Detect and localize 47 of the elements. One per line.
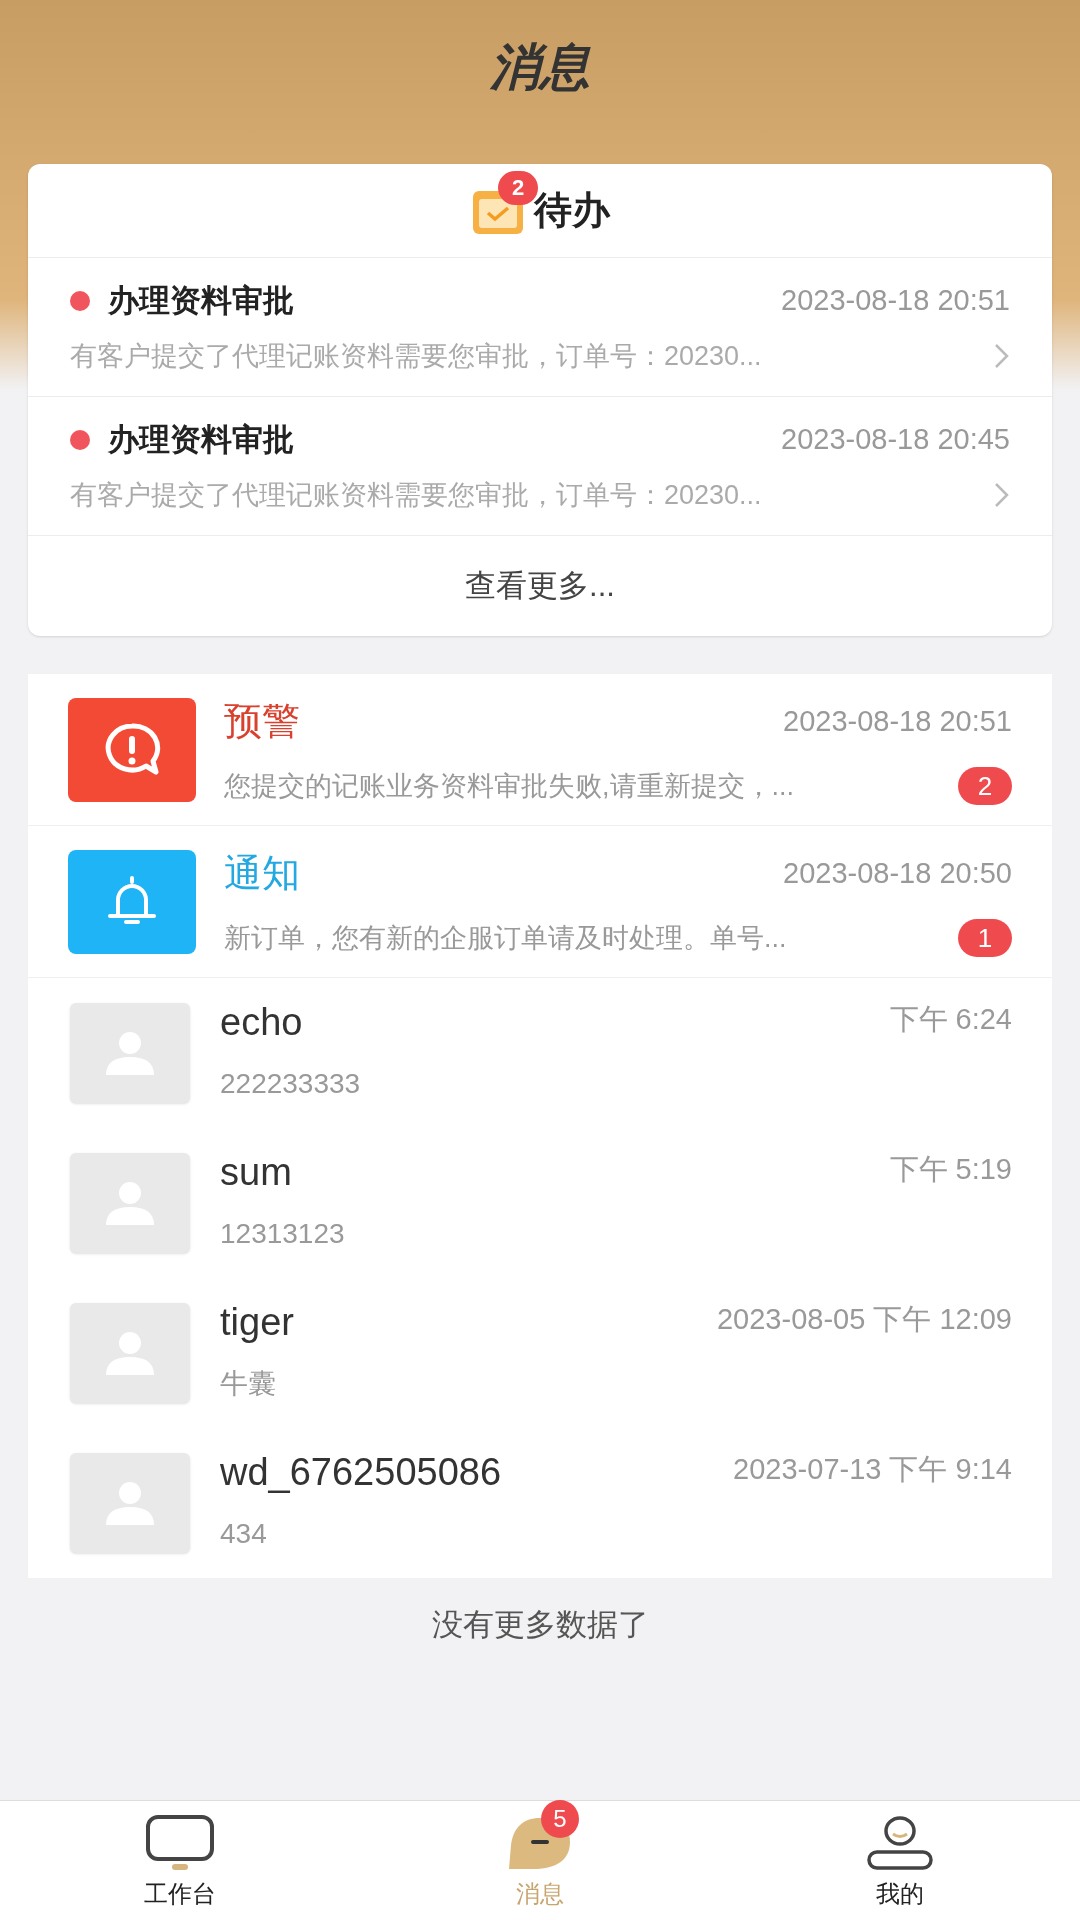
channel-name: 通知 [224, 850, 300, 896]
chevron-right-icon [994, 482, 1010, 509]
view-more-button[interactable]: 查看更多... [28, 536, 1052, 636]
todo-item-summary: 有客户提交了代理记账资料需要您审批，订单号：20230... [70, 479, 762, 512]
chat-row[interactable]: sum 下午 5:19 12313123 [28, 1128, 1052, 1278]
chat-name: echo [220, 999, 303, 1045]
todo-item-title: 办理资料审批 [108, 420, 294, 459]
chat-message: 222233333 [220, 1066, 362, 1101]
todo-item[interactable]: 办理资料审批 2023-08-18 20:51 有客户提交了代理记账资料需要您审批，订单号：20230... [28, 258, 1052, 397]
todo-item-title: 办理资料审批 [108, 281, 294, 320]
count-badge: 5 [541, 1799, 579, 1838]
count-badge: 2 [958, 767, 1012, 805]
chat-message: 12313123 [220, 1216, 346, 1251]
tab-item[interactable]: 5 消息 [360, 1801, 720, 1920]
chat-time: 2023-08-05 下午 12:09 [716, 1301, 1012, 1337]
chat-message: 牛囊 [220, 1366, 277, 1401]
bell-icon [68, 849, 196, 954]
chat-row[interactable]: tiger 2023-08-05 下午 12:09 牛囊 [28, 1278, 1052, 1428]
todo-item-summary: 有客户提交了代理记账资料需要您审批，订单号：20230... [70, 340, 762, 373]
chat-name: sum [220, 1149, 292, 1195]
chevron-right-icon [994, 343, 1010, 370]
tab-item[interactable]: 工作台 [0, 1801, 360, 1920]
end-of-list-text: 没有更多数据了 [431, 1606, 649, 1645]
channel-time: 2023-08-18 20:51 [783, 703, 1012, 739]
todo-item[interactable]: 办理资料审批 2023-08-18 20:45 有客户提交了代理记账资料需要您审批，订单号：20230... [28, 397, 1052, 536]
chat-time: 2023-07-13 下午 9:14 [733, 1451, 1012, 1487]
channel-summary: 新订单，您有新的企服订单请及时处理。单号... [224, 921, 787, 955]
chat-name: tiger [220, 1299, 294, 1345]
channel-summary: 您提交的记账业务资料审批失败,请重新提交，... [224, 769, 794, 803]
chat-row[interactable]: echo 下午 6:24 222233333 [28, 978, 1052, 1128]
todo-item-time: 2023-08-18 20:51 [781, 283, 1010, 318]
monitor-icon [145, 1813, 215, 1872]
channel-row[interactable]: 预警 2023-08-18 20:51 您提交的记账业务资料审批失败,请重新提交，... 2 [28, 674, 1052, 826]
chat-time: 下午 6:24 [889, 1001, 1012, 1037]
channel-name: 预警 [224, 698, 300, 744]
chat-message: 434 [220, 1516, 268, 1551]
person-icon [865, 1813, 935, 1872]
todo-item-time: 2023-08-18 20:45 [781, 422, 1010, 457]
channel-time: 2023-08-18 20:50 [783, 855, 1012, 891]
chat-time: 下午 5:19 [889, 1151, 1012, 1187]
count-badge: 1 [958, 919, 1012, 957]
chat-row[interactable]: wd_6762505086 2023-07-13 下午 9:14 434 [28, 1428, 1052, 1578]
alert-icon [68, 697, 196, 802]
tab-item[interactable]: 我的 [720, 1801, 1080, 1920]
chat-name: wd_6762505086 [220, 1449, 502, 1495]
page-title: 消息 [490, 38, 590, 97]
channel-row[interactable]: 通知 2023-08-18 20:50 新订单，您有新的企服订单请及时处理。单号... 1 [28, 826, 1052, 978]
